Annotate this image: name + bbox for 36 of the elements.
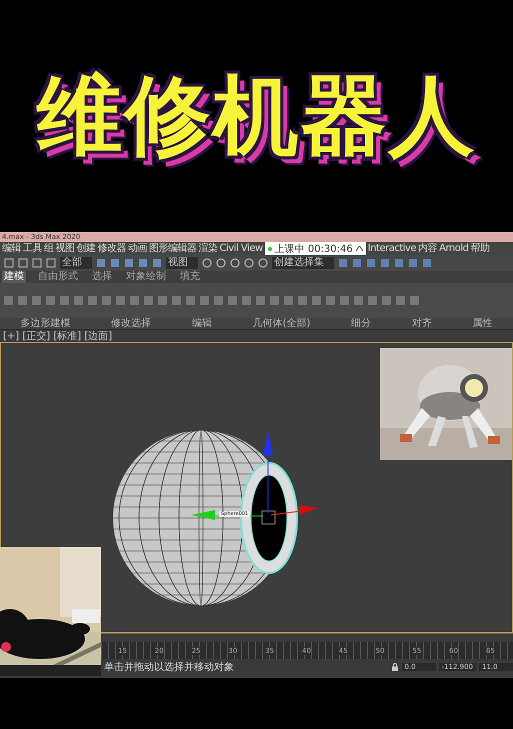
menu-item[interactable]: 渲染 bbox=[198, 242, 218, 254]
ribbon-group-label: 细分 bbox=[351, 318, 372, 329]
menu-item[interactable]: 帮助 bbox=[470, 242, 490, 254]
ribbon-group-label: 编辑 bbox=[192, 318, 212, 329]
viewport-label[interactable]: [+] [正交] [标准] [边面] bbox=[3, 329, 112, 343]
menu-item[interactable]: Arnold bbox=[439, 242, 468, 254]
menu-item[interactable]: Interactive bbox=[368, 242, 416, 254]
menu-item[interactable]: 内容 bbox=[418, 242, 438, 254]
ribbon-tab[interactable]: 选择 bbox=[90, 271, 114, 283]
ribbon-tab[interactable]: 对象绘制 bbox=[124, 271, 168, 283]
lock-icon[interactable] bbox=[390, 663, 399, 671]
menu-item[interactable]: 视图 bbox=[56, 242, 74, 254]
view-dropdown[interactable]: 视图 bbox=[166, 257, 198, 269]
status-prompt: 单击并拖动以选择并移动对象 bbox=[104, 660, 234, 674]
ribbon-tab[interactable]: 自由形式 bbox=[36, 271, 80, 283]
menu-item[interactable]: 图形编辑器 bbox=[149, 242, 196, 254]
x-axis-arrow bbox=[270, 505, 319, 516]
menu-item[interactable]: 编辑 bbox=[2, 242, 21, 254]
ribbon-group-label: 属性 bbox=[472, 318, 493, 329]
video-title: 维修机器人 bbox=[36, 64, 476, 168]
menu-item[interactable]: Civil View bbox=[220, 242, 263, 254]
menu-item[interactable]: 工具 bbox=[23, 242, 42, 254]
menu-item[interactable]: 修改器 bbox=[98, 242, 126, 254]
menu-item[interactable]: 创建 bbox=[76, 242, 96, 254]
ribbon-tab[interactable]: 建模 bbox=[2, 271, 26, 283]
ribbon-group-label: 几何体(全部) bbox=[252, 318, 310, 329]
selection-set-dropdown[interactable]: 创建选择集 bbox=[272, 257, 334, 269]
caret-icon[interactable] bbox=[356, 246, 363, 251]
menu-item[interactable]: 动画 bbox=[128, 242, 147, 254]
ribbon-group-label: 多边形建模 bbox=[20, 318, 70, 329]
selection-dropdown[interactable]: 全部 bbox=[60, 257, 92, 269]
ribbon-group-label: 对齐 bbox=[412, 318, 432, 329]
ribbon-group-label: 修改选择 bbox=[111, 318, 152, 329]
menu-item[interactable]: 组 bbox=[44, 242, 54, 254]
ribbon-tab[interactable]: 填充 bbox=[178, 271, 202, 283]
recording-badge: 上课中 00:30:46 bbox=[264, 242, 366, 255]
